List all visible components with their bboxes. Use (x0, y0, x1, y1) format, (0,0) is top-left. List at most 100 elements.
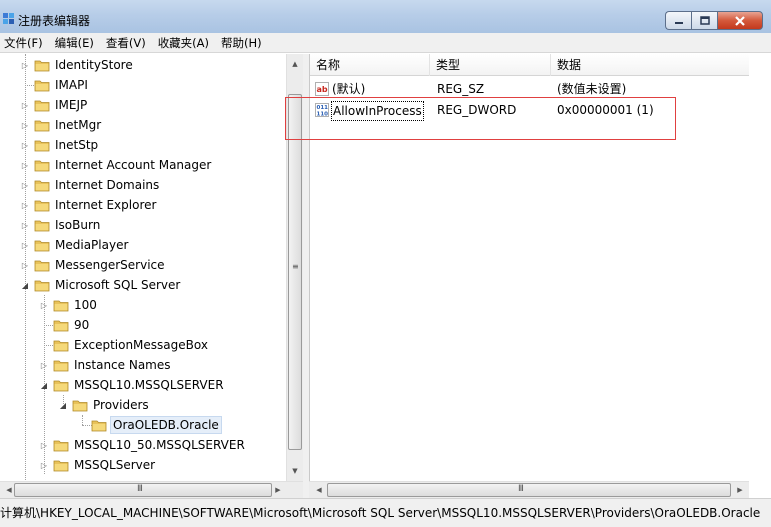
folder-icon (34, 260, 50, 271)
close-button[interactable] (717, 11, 763, 30)
expand-arrow-icon[interactable]: ▷ (39, 300, 49, 310)
tree-item[interactable]: ▷ IsoBurn (20, 215, 102, 235)
expand-arrow-icon[interactable]: ▷ (39, 460, 49, 470)
tree-item[interactable]: ▷ IMEJP (20, 95, 89, 115)
scroll-left-icon[interactable]: ◀ (311, 482, 327, 498)
window-controls (665, 11, 763, 30)
title-bar[interactable]: 注册表编辑器 (0, 0, 771, 33)
tree-item-label: 90 (74, 318, 90, 332)
folder-icon (34, 120, 50, 131)
tree-item[interactable]: ▷ Internet Domains (20, 175, 161, 195)
menu-help[interactable]: 帮助(H) (215, 33, 268, 53)
scroll-right-icon[interactable]: ▶ (270, 482, 286, 498)
tree-hscroll-thumb[interactable]: III (14, 483, 272, 497)
value-name: AllowInProcess (331, 101, 424, 121)
tree-item[interactable]: ▷ IdentityStore (20, 55, 135, 75)
column-data[interactable]: 数据 (551, 54, 749, 76)
tree-item-label: InetStp (55, 138, 99, 152)
tree-item[interactable]: ▷ MessengerService (20, 255, 167, 275)
collapse-arrow-icon[interactable]: ◢ (39, 380, 49, 390)
list-item[interactable]: 011 110 AllowInProcess REG_DWORD 0x00000… (310, 99, 749, 121)
tree-item[interactable]: IMAPI (20, 75, 90, 95)
menu-file[interactable]: 文件(F) (0, 33, 49, 53)
tree-item[interactable]: ▷ MSSQLServer (39, 455, 157, 475)
expand-arrow-icon[interactable]: ▷ (20, 100, 30, 110)
expand-arrow-icon[interactable]: ▷ (20, 140, 30, 150)
minimize-button[interactable] (665, 11, 691, 30)
tree-item[interactable]: ▷ MediaPlayer (20, 235, 130, 255)
value-type: REG_SZ (437, 82, 485, 96)
tree-item-label: Providers (93, 398, 149, 412)
collapse-arrow-icon[interactable]: ◢ (58, 400, 68, 410)
tree-horizontal-scrollbar[interactable]: ◀ III ▶ (0, 481, 303, 498)
tree-item[interactable]: ◢ MSSQL10.MSSQLSERVER (39, 375, 226, 395)
expand-arrow-icon[interactable]: ▷ (20, 220, 30, 230)
menu-view[interactable]: 查看(V) (100, 33, 152, 53)
maximize-icon (699, 15, 710, 25)
minimize-icon (674, 21, 683, 24)
list-item[interactable]: ab (默认) REG_SZ (数值未设置) (310, 78, 749, 100)
folder-icon (34, 240, 50, 251)
folder-icon (53, 340, 69, 351)
value-data: 0x00000001 (1) (557, 103, 654, 117)
tree-item[interactable]: 90 (39, 315, 91, 335)
tree-item[interactable]: ▷ 100 (39, 295, 99, 315)
tree-item[interactable]: ▷ MSSQL10_50.MSSQLSERVER (39, 435, 247, 455)
tree-item-label: Internet Explorer (55, 198, 157, 212)
tree-item-label: IMAPI (55, 78, 88, 92)
status-bar: 计算机\HKEY_LOCAL_MACHINE\SOFTWARE\Microsof… (0, 498, 771, 527)
tree-item[interactable]: ▷ InetStp (20, 135, 100, 155)
expand-arrow-icon[interactable]: ▷ (39, 360, 49, 370)
menu-edit[interactable]: 编辑(E) (49, 33, 100, 53)
scroll-right-icon[interactable]: ▶ (732, 482, 748, 498)
expand-arrow-icon[interactable]: ▷ (39, 440, 49, 450)
expand-arrow-icon[interactable]: ▷ (20, 60, 30, 70)
expand-arrow-icon[interactable]: ▷ (20, 180, 30, 190)
tree-item[interactable]: ExceptionMessageBox (39, 335, 210, 355)
folder-open-icon (72, 400, 88, 411)
values-list[interactable]: 名称 类型 数据 ab (默认) REG_SZ (数值未设置) 011 110 … (309, 54, 749, 498)
collapse-arrow-icon[interactable]: ◢ (20, 280, 30, 290)
tree-item-label: 100 (74, 298, 97, 312)
menu-bar: 文件(F) 编辑(E) 查看(V) 收藏夹(A) 帮助(H) (0, 33, 771, 53)
tree-item[interactable]: ▷ Internet Account Manager (20, 155, 213, 175)
expand-arrow-icon[interactable]: ▷ (20, 240, 30, 250)
expand-arrow-icon[interactable]: ▷ (20, 200, 30, 210)
tree-item[interactable]: ▷ Instance Names (39, 355, 173, 375)
scroll-up-icon[interactable]: ▲ (287, 56, 303, 72)
tree-item[interactable]: ◢ Providers (58, 395, 151, 415)
menu-favorites[interactable]: 收藏夹(A) (152, 33, 215, 53)
list-horizontal-scrollbar[interactable]: ◀ III ▶ (309, 481, 749, 498)
column-type[interactable]: 类型 (430, 54, 551, 76)
tree-item-label: MediaPlayer (55, 238, 129, 252)
tree-scroll-thumb[interactable]: ≡ (288, 94, 302, 450)
scroll-down-icon[interactable]: ▼ (287, 463, 303, 479)
tree-vertical-scrollbar[interactable]: ▲ ≡ ▼ (286, 54, 303, 481)
grip-icon: III (518, 484, 524, 494)
folder-open-icon (34, 280, 50, 291)
tree-item[interactable]: ▷ InetMgr (20, 115, 103, 135)
svg-text:ab: ab (317, 85, 328, 94)
registry-path: 计算机\HKEY_LOCAL_MACHINE\SOFTWARE\Microsof… (0, 506, 761, 520)
folder-icon (34, 180, 50, 191)
folder-icon (91, 420, 107, 431)
tree-item-label: Microsoft SQL Server (55, 278, 181, 292)
folder-icon (53, 300, 69, 311)
expand-arrow-icon[interactable]: ▷ (20, 260, 30, 270)
folder-icon (53, 460, 69, 471)
registry-tree[interactable]: ▷ IdentityStore IMAPI ▷ IMEJP ▷ InetMgr ▷ InetSt… (0, 54, 303, 498)
expand-arrow-icon[interactable]: ▷ (20, 120, 30, 130)
tree-item[interactable]: ◢ Microsoft SQL Server (20, 275, 182, 295)
list-hscroll-thumb[interactable]: III (327, 483, 731, 497)
tree-item[interactable]: OraOLEDB.Oracle (77, 415, 222, 435)
window-title: 注册表编辑器 (18, 14, 91, 28)
grip-icon: ≡ (292, 262, 299, 271)
tree-item[interactable]: ▷ Internet Explorer (20, 195, 158, 215)
column-name[interactable]: 名称 (310, 54, 430, 76)
maximize-button[interactable] (691, 11, 717, 30)
expand-arrow-icon[interactable]: ▷ (20, 160, 30, 170)
folder-icon (34, 60, 50, 71)
svg-text:011: 011 (317, 105, 329, 111)
